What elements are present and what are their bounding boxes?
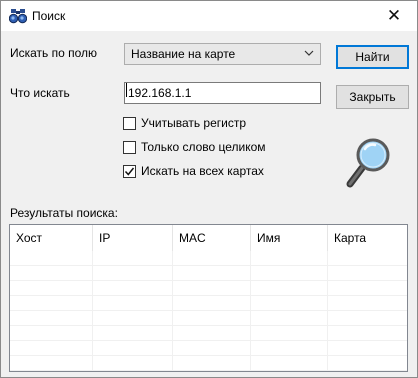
find-button[interactable]: Найти bbox=[336, 45, 409, 69]
checkbox-box bbox=[123, 140, 136, 154]
case-sensitive-checkbox[interactable]: Учитывать регистр bbox=[123, 116, 246, 130]
whole-word-checkbox[interactable]: Только слово целиком bbox=[123, 140, 266, 154]
search-dialog: Поиск ✕ Искать по полю Название на карте… bbox=[0, 0, 418, 378]
magnifier-icon bbox=[346, 138, 390, 188]
empty-row bbox=[10, 266, 407, 281]
field-label: Искать по полю bbox=[10, 46, 98, 60]
empty-row bbox=[10, 281, 407, 296]
column-header-mac[interactable]: MAC bbox=[173, 225, 251, 251]
results-grid bbox=[10, 251, 407, 371]
chevron-down-icon bbox=[304, 50, 314, 56]
all-maps-label: Искать на всех картах bbox=[141, 164, 264, 178]
empty-row bbox=[10, 326, 407, 341]
column-header-ip[interactable]: IP bbox=[93, 225, 173, 251]
whole-word-label: Только слово целиком bbox=[141, 140, 266, 154]
checkmark-icon bbox=[124, 167, 135, 176]
close-icon[interactable]: ✕ bbox=[371, 1, 417, 31]
window-title: Поиск bbox=[32, 9, 66, 23]
all-maps-checkbox[interactable]: Искать на всех картах bbox=[123, 164, 264, 178]
column-header-host[interactable]: Хост bbox=[10, 225, 93, 251]
results-label: Результаты поиска: bbox=[10, 206, 118, 220]
empty-row bbox=[10, 251, 407, 266]
field-select-value: Название на карте bbox=[131, 47, 236, 61]
binoculars-icon bbox=[9, 9, 27, 24]
field-select[interactable]: Название на карте bbox=[124, 43, 321, 65]
query-input-value: 192.168.1.1 bbox=[128, 86, 192, 100]
checkbox-box bbox=[123, 164, 136, 178]
results-header: Хост IP MAC Имя Карта bbox=[10, 225, 407, 251]
column-header-map[interactable]: Карта bbox=[328, 225, 407, 251]
text-caret bbox=[126, 83, 127, 97]
results-table[interactable]: Хост IP MAC Имя Карта bbox=[9, 224, 408, 372]
checkbox-box bbox=[123, 116, 136, 130]
query-input[interactable]: 192.168.1.1 bbox=[124, 82, 321, 104]
empty-row bbox=[10, 341, 407, 356]
empty-row bbox=[10, 311, 407, 326]
case-sensitive-label: Учитывать регистр bbox=[141, 116, 247, 130]
empty-row bbox=[10, 296, 407, 311]
query-label: Что искать bbox=[10, 86, 70, 100]
title-bar: Поиск ✕ bbox=[1, 1, 417, 31]
empty-row bbox=[10, 356, 407, 371]
close-button[interactable]: Закрыть bbox=[336, 85, 409, 109]
column-header-name[interactable]: Имя bbox=[251, 225, 328, 251]
